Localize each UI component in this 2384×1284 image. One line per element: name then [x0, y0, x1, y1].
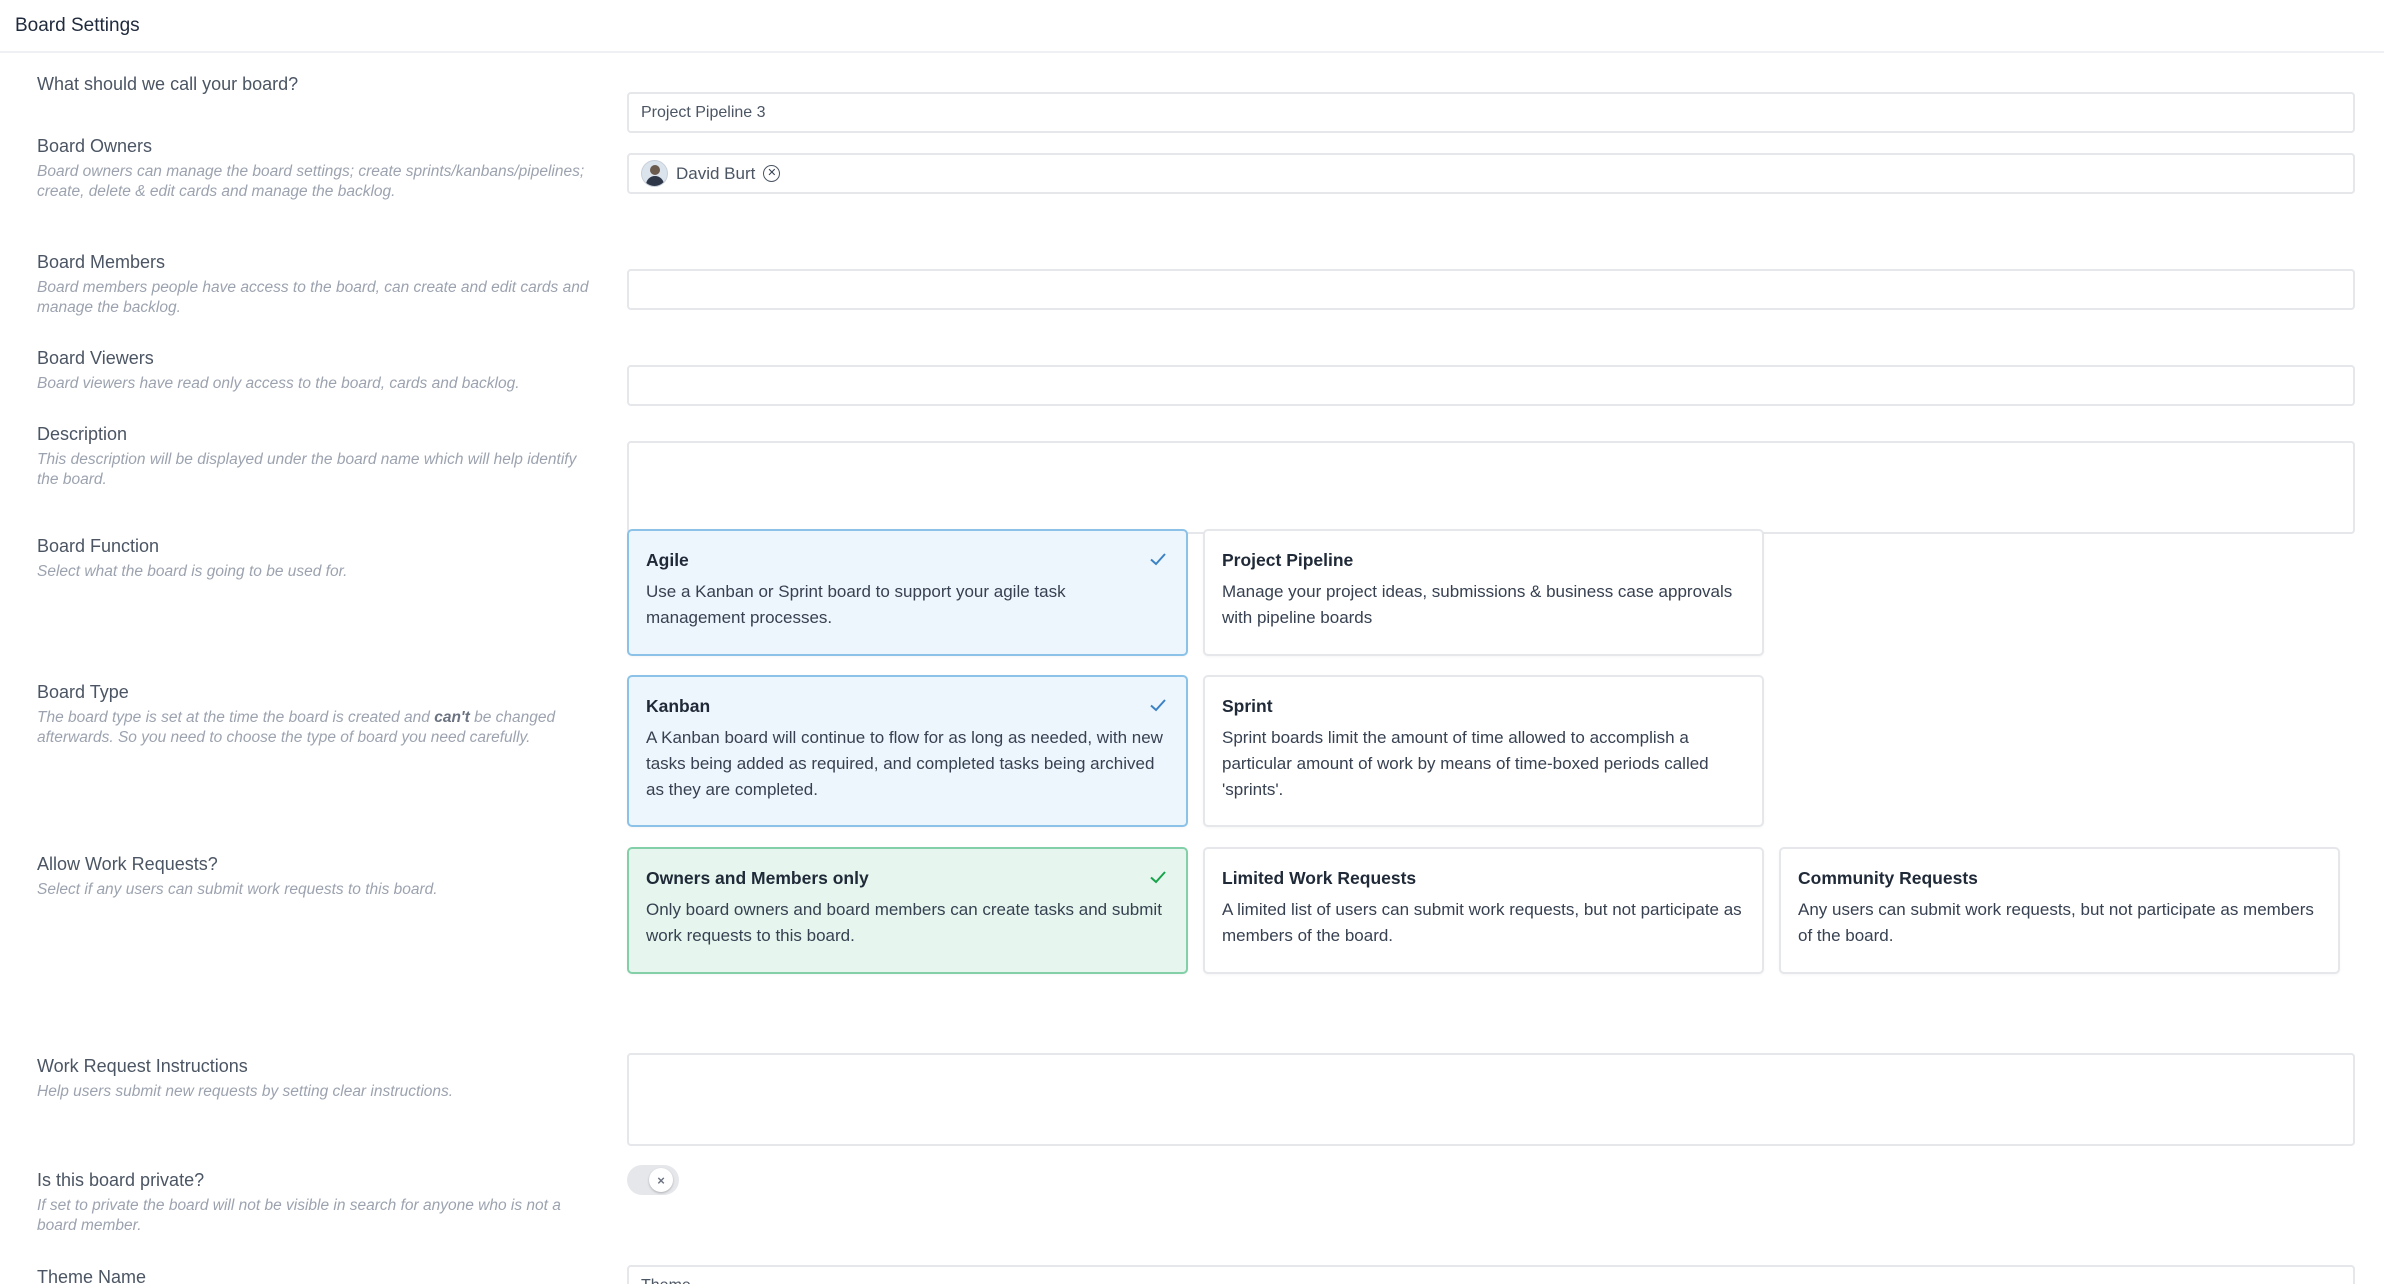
- board-type-help-bold: can't: [434, 709, 470, 726]
- private-help: If set to private the board will not be …: [37, 1197, 561, 1234]
- option-card-kanban[interactable]: Kanban A Kanban board will continue to f…: [627, 675, 1188, 827]
- board-members-label: Board Members: [37, 252, 166, 272]
- option-card-project-pipeline[interactable]: Project Pipeline Manage your project ide…: [1203, 529, 1764, 656]
- option-title: Community Requests: [1798, 868, 1978, 888]
- instructions-help: Help users submit new requests by settin…: [37, 1083, 454, 1100]
- field-board-members: Board Members Board members people have …: [37, 251, 2355, 321]
- toggle-off-x-icon: ×: [649, 1168, 673, 1192]
- field-work-request-instructions: Work Request Instructions Help users sub…: [37, 1053, 2355, 1155]
- option-title: Limited Work Requests: [1222, 868, 1417, 888]
- theme-name-label: Theme Name: [37, 1267, 147, 1284]
- option-desc: Manage your project ideas, submissions &…: [1222, 582, 1733, 627]
- private-toggle[interactable]: ×: [627, 1165, 679, 1195]
- board-viewers-help: Board viewers have read only access to t…: [37, 375, 520, 392]
- field-board-owners: Board Owners Board owners can manage the…: [37, 135, 2355, 225]
- option-desc: Any users can submit work requests, but …: [1798, 900, 2314, 945]
- board-function-help: Select what the board is going to be use…: [37, 563, 348, 580]
- circle-x-icon[interactable]: ✕: [763, 165, 781, 182]
- option-card-owners-members-only[interactable]: Owners and Members only Only board owner…: [627, 847, 1188, 974]
- field-board-viewers: Board Viewers Board viewers have read on…: [37, 347, 2355, 406]
- option-title: Project Pipeline: [1222, 550, 1354, 570]
- checkmark-icon: [1150, 553, 1166, 566]
- option-desc: A Kanban board will continue to flow for…: [646, 728, 1163, 799]
- board-name-label: What should we call your board?: [37, 74, 299, 94]
- theme-name-input[interactable]: Theme: [627, 1265, 2355, 1284]
- field-board-type: Board Type The board type is set at the …: [37, 675, 2355, 831]
- board-name-input[interactable]: Project Pipeline 3: [627, 92, 2355, 133]
- field-description: Description This description will be dis…: [37, 423, 2355, 534]
- board-viewers-label: Board Viewers: [37, 348, 154, 368]
- checkmark-icon: [1150, 871, 1166, 884]
- board-members-input[interactable]: [627, 269, 2355, 310]
- description-help: This description will be displayed under…: [37, 451, 577, 488]
- option-desc: A limited list of users can submit work …: [1222, 900, 1742, 945]
- private-label: Is this board private?: [37, 1170, 205, 1190]
- work-requests-help: Select if any users can submit work requ…: [37, 881, 438, 898]
- board-owners-input[interactable]: David Burt ✕: [627, 153, 2355, 194]
- work-requests-label: Allow Work Requests?: [37, 854, 218, 874]
- board-viewers-input[interactable]: [627, 365, 2355, 406]
- option-card-community-requests[interactable]: Community Requests Any users can submit …: [1779, 847, 2340, 974]
- option-card-sprint[interactable]: Sprint Sprint boards limit the amount of…: [1203, 675, 1764, 827]
- option-title: Sprint: [1222, 696, 1273, 716]
- page-header: Board Settings: [0, 0, 2384, 53]
- board-owners-label: Board Owners: [37, 136, 153, 156]
- field-work-requests: Allow Work Requests? Select if any users…: [37, 847, 2355, 983]
- option-desc: Only board owners and board members can …: [646, 900, 1162, 945]
- description-label: Description: [37, 424, 128, 444]
- owner-chip: David Burt ✕: [641, 160, 781, 187]
- checkmark-icon: [1150, 699, 1166, 712]
- option-desc: Sprint boards limit the amount of time a…: [1222, 728, 1709, 799]
- field-board-name: What should we call your board? Project …: [37, 73, 2355, 133]
- field-private: Is this board private? If set to private…: [37, 1165, 2355, 1239]
- option-title: Kanban: [646, 696, 711, 716]
- instructions-textarea[interactable]: [627, 1053, 2355, 1146]
- option-desc: Use a Kanban or Sprint board to support …: [646, 582, 1066, 627]
- option-card-agile[interactable]: Agile Use a Kanban or Sprint board to su…: [627, 529, 1188, 656]
- board-members-help: Board members people have access to the …: [37, 279, 589, 316]
- field-board-function: Board Function Select what the board is …: [37, 529, 2355, 665]
- owner-chip-name: David Burt: [676, 163, 756, 183]
- description-textarea[interactable]: [627, 441, 2355, 534]
- instructions-label: Work Request Instructions: [37, 1056, 248, 1076]
- board-type-help-pre: The board type is set at the time the bo…: [37, 709, 435, 726]
- board-type-label: Board Type: [37, 682, 129, 702]
- field-theme-name: Theme Name Theme: [37, 1265, 2355, 1284]
- board-function-label: Board Function: [37, 536, 160, 556]
- board-owners-help: Board owners can manage the board settin…: [37, 163, 585, 200]
- option-title: Owners and Members only: [646, 868, 869, 888]
- page-title: Board Settings: [15, 14, 140, 36]
- option-card-limited-work-requests[interactable]: Limited Work Requests A limited list of …: [1203, 847, 1764, 974]
- board-type-help: The board type is set at the time the bo…: [37, 708, 592, 748]
- user-avatar: [641, 160, 668, 187]
- option-title: Agile: [646, 550, 689, 570]
